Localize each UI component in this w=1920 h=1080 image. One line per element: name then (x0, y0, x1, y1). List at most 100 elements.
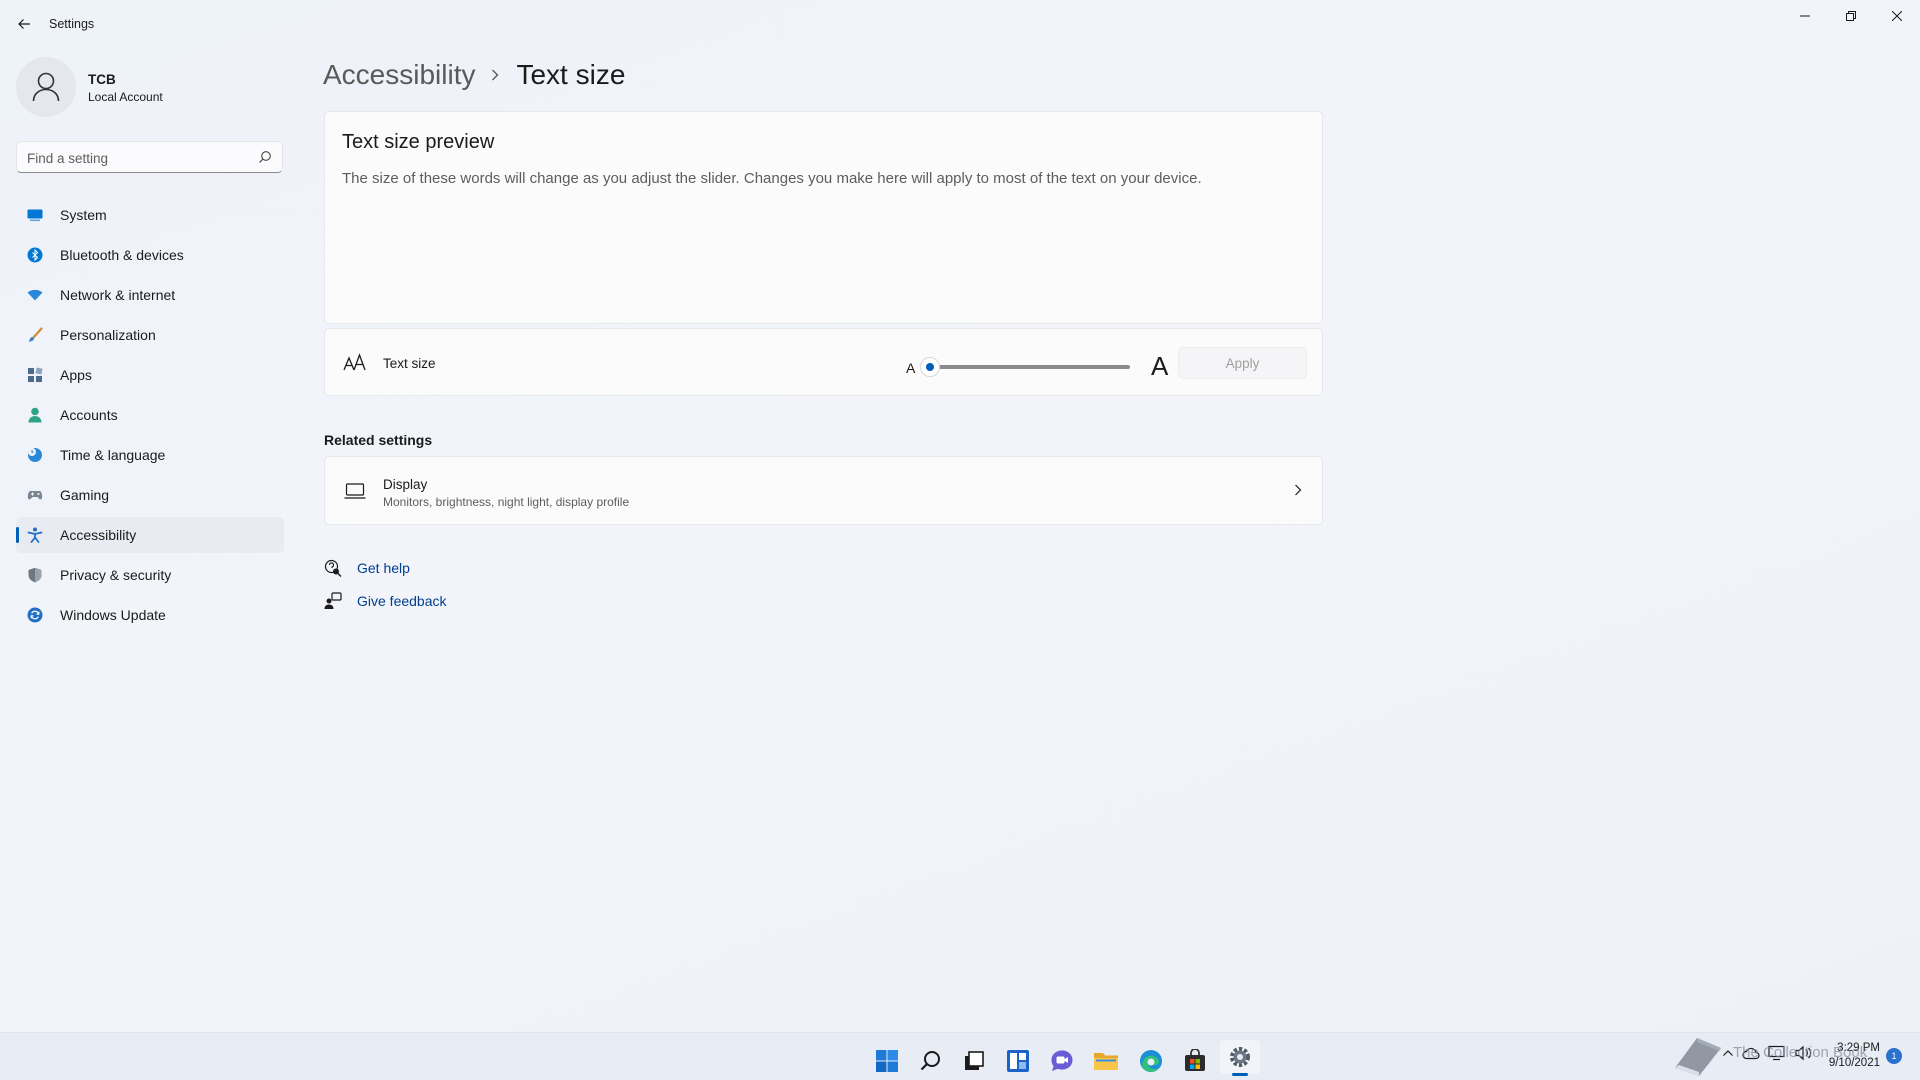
restore-icon (1846, 11, 1856, 21)
slider-min-glyph: A (906, 360, 916, 376)
gamepad-icon (27, 491, 43, 500)
apps-icon (28, 367, 43, 382)
sidebar-item-time-language[interactable]: Time & language (16, 437, 284, 473)
chat-icon (1051, 1050, 1073, 1071)
brush-icon (28, 327, 43, 342)
wifi-icon (27, 289, 43, 301)
app-title: Settings (49, 17, 95, 31)
person-icon (32, 72, 60, 102)
sidebar-item-label: Gaming (60, 487, 110, 503)
system-icon (27, 209, 43, 222)
breadcrumb: Accessibility Text size (323, 55, 625, 95)
sidebar-item-label: Bluetooth & devices (60, 247, 184, 263)
taskbar-store-button[interactable] (1175, 1041, 1215, 1080)
related-settings-heading: Related settings (324, 432, 433, 448)
settings-icon (1230, 1047, 1250, 1067)
taskbar-edge-button[interactable] (1131, 1041, 1171, 1080)
sidebar-item-system[interactable]: System (16, 197, 284, 233)
sidebar-item-privacy-security[interactable]: Privacy & security (16, 557, 284, 593)
taskbar-start-button[interactable] (867, 1041, 907, 1080)
search-input[interactable] (17, 142, 259, 174)
notification-badge[interactable]: 1 (1886, 1048, 1902, 1064)
sidebar-item-bluetooth[interactable]: Bluetooth & devices (16, 237, 284, 273)
text-size-icon (343, 353, 366, 371)
taskbar-task-view-button[interactable] (954, 1041, 994, 1080)
slider-thumb[interactable] (921, 358, 939, 376)
text-size-preview-card: Text size preview The size of these word… (324, 111, 1323, 324)
chevron-right-icon (492, 69, 499, 81)
sidebar-item-personalization[interactable]: Personalization (16, 317, 284, 353)
back-button[interactable] (12, 12, 36, 36)
sidebar-item-label: Privacy & security (60, 567, 172, 583)
sidebar-item-gaming[interactable]: Gaming (16, 477, 284, 513)
book-logo-icon (1675, 1038, 1721, 1076)
profile-account-type: Local Account (88, 90, 163, 104)
shield-icon (28, 567, 42, 583)
preview-title: Text size preview (342, 131, 495, 153)
sidebar-item-windows-update[interactable]: Windows Update (16, 597, 284, 633)
windows-start-icon (876, 1050, 898, 1072)
accessibility-icon (27, 527, 43, 543)
text-size-label: Text size (383, 356, 436, 371)
taskbar-search-button[interactable] (911, 1041, 951, 1080)
breadcrumb-parent-link[interactable]: Accessibility (323, 59, 475, 91)
give-feedback-text: Give feedback (357, 593, 447, 609)
display-title: Display (383, 477, 428, 492)
sidebar-nav: System Bluetooth & devices Network & int… (16, 197, 284, 637)
display-icon (344, 483, 366, 499)
minimize-button[interactable] (1782, 0, 1828, 32)
globe-clock-icon (28, 448, 42, 462)
sidebar-item-label: Accounts (60, 407, 118, 423)
sidebar-item-apps[interactable]: Apps (16, 357, 284, 393)
chevron-right-icon (1295, 484, 1302, 496)
sidebar-item-network[interactable]: Network & internet (16, 277, 284, 313)
search-box (16, 141, 283, 174)
sidebar-item-label: System (60, 207, 107, 223)
widgets-icon (1007, 1050, 1029, 1072)
sidebar-item-accessibility[interactable]: Accessibility (16, 517, 284, 553)
sidebar-item-label: Accessibility (60, 527, 137, 543)
apply-button[interactable]: Apply (1178, 347, 1307, 379)
minimize-icon (1800, 15, 1810, 17)
sidebar-item-label: Windows Update (60, 607, 166, 623)
taskbar-widgets-button[interactable] (998, 1041, 1038, 1080)
display-settings-link[interactable]: Display Monitors, brightness, night ligh… (324, 456, 1323, 525)
sidebar-item-label: Apps (60, 367, 92, 383)
restore-button[interactable] (1828, 0, 1874, 32)
text-size-setting-card: Text size A A Apply (324, 328, 1323, 396)
active-app-indicator (1232, 1073, 1248, 1076)
window-controls (1782, 0, 1920, 32)
task-view-icon (965, 1051, 984, 1070)
give-feedback-link[interactable]: Give feedback (324, 591, 447, 611)
update-icon (27, 607, 43, 623)
profile-name: TCB (88, 72, 116, 87)
search-icon[interactable] (258, 150, 272, 164)
display-subtitle: Monitors, brightness, night light, displ… (383, 495, 630, 509)
file-explorer-icon (1094, 1053, 1118, 1070)
title-bar: Settings (0, 0, 1920, 48)
avatar (16, 57, 76, 117)
page-title: Text size (516, 59, 626, 90)
taskbar: 3:29 PM 9/10/2021 1 (0, 1032, 1920, 1080)
back-arrow-icon (18, 19, 30, 29)
search-icon (920, 1051, 940, 1071)
feedback-icon (324, 592, 342, 609)
user-profile[interactable]: TCB Local Account (16, 57, 286, 117)
bluetooth-icon (27, 247, 43, 263)
get-help-icon (324, 559, 342, 577)
get-help-text: Get help (357, 560, 410, 576)
taskbar-file-explorer-button[interactable] (1086, 1041, 1126, 1080)
text-size-slider[interactable] (930, 365, 1130, 369)
close-button[interactable] (1874, 0, 1920, 32)
slider-max-glyph: A (1151, 351, 1169, 381)
get-help-link[interactable]: Get help (324, 558, 410, 578)
preview-text: The size of these words will change as y… (342, 170, 1202, 187)
taskbar-chat-button[interactable] (1042, 1041, 1082, 1080)
edge-icon (1140, 1050, 1162, 1072)
accounts-icon (28, 407, 42, 423)
sidebar-item-label: Time & language (60, 447, 166, 463)
sidebar-item-accounts[interactable]: Accounts (16, 397, 284, 433)
taskbar-settings-button[interactable] (1220, 1040, 1260, 1074)
breadcrumb-separator (491, 69, 499, 81)
close-icon (1892, 11, 1902, 21)
